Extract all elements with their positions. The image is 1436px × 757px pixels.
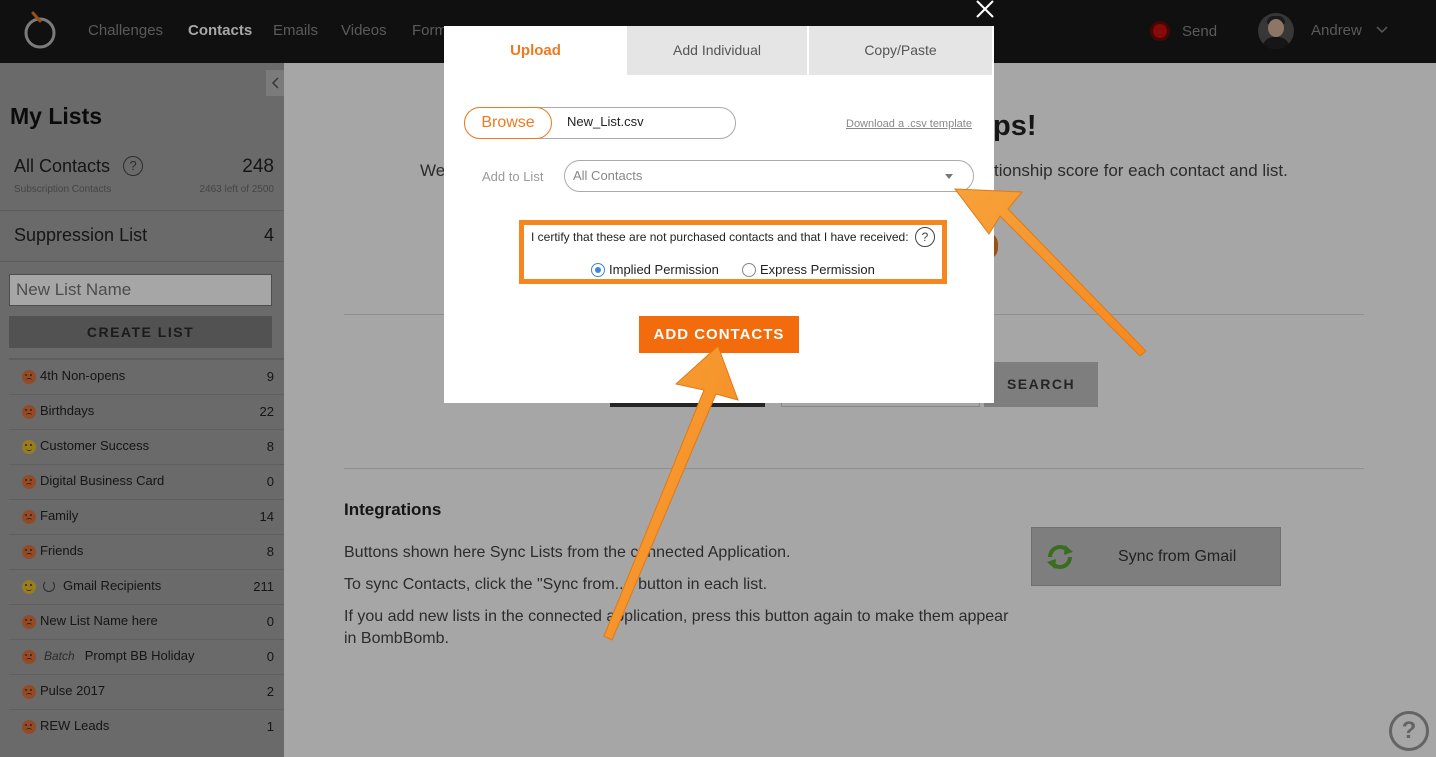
list-select-value: All Contacts: [573, 168, 643, 183]
download-template-link[interactable]: Download a .csv template: [846, 118, 972, 130]
implied-permission-radio[interactable]: [591, 263, 605, 277]
file-name: New_List.csv: [567, 114, 644, 129]
add-contacts-button[interactable]: ADD CONTACTS: [639, 316, 799, 353]
caret-down-icon: [945, 174, 953, 179]
implied-permission-label[interactable]: Implied Permission: [609, 262, 719, 277]
add-to-list-label: Add to List: [482, 169, 544, 184]
certify-text: I certify that these are not purchased c…: [531, 230, 909, 244]
express-permission-radio[interactable]: [742, 263, 756, 277]
file-picker: Browse New_List.csv: [464, 107, 736, 139]
help-icon[interactable]: ?: [915, 227, 935, 247]
certify-permission-box: I certify that these are not purchased c…: [519, 220, 947, 284]
tab-upload[interactable]: Upload: [444, 26, 627, 75]
close-icon[interactable]: [974, 0, 996, 20]
browse-button[interactable]: Browse: [464, 107, 552, 139]
tab-copy-paste[interactable]: Copy/Paste: [809, 26, 992, 75]
express-permission-label[interactable]: Express Permission: [760, 262, 875, 277]
add-contacts-modal: Upload Add Individual Copy/Paste Browse …: [444, 26, 994, 403]
list-select[interactable]: All Contacts: [564, 160, 974, 192]
tab-add-individual[interactable]: Add Individual: [627, 26, 807, 75]
